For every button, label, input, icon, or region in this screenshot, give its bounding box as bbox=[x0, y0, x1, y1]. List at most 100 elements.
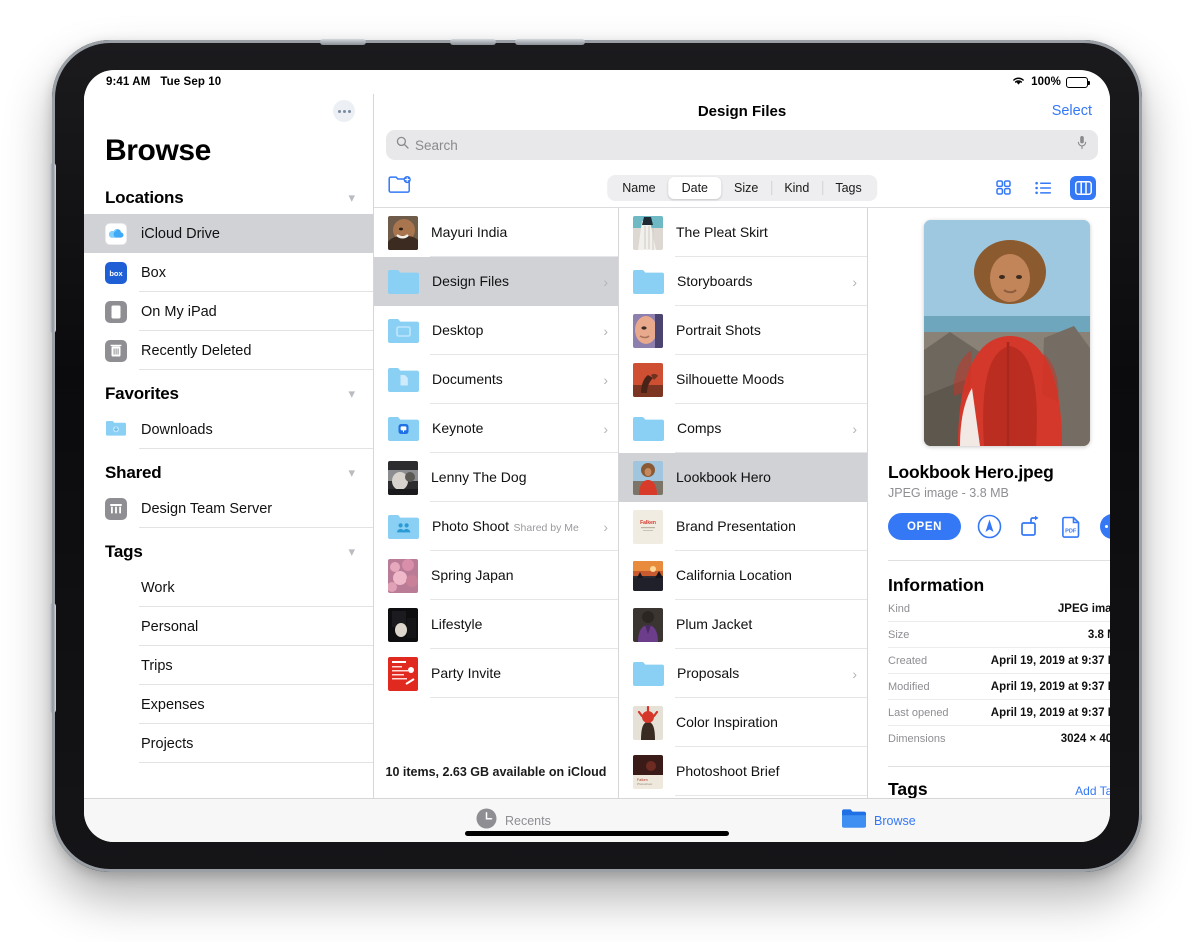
ipad-screen: 9:41 AM Tue Sep 10 100% Browse Locations… bbox=[84, 70, 1110, 842]
column-browser: Mayuri India Design Files › Desktop › Do… bbox=[374, 208, 1110, 798]
file-row-keynote[interactable]: Keynote › bbox=[374, 404, 618, 453]
sidebar-section-shared[interactable]: Shared ▾ bbox=[84, 457, 373, 489]
svg-text:Falken: Falken bbox=[640, 520, 656, 526]
file-row-portrait-shots[interactable]: Portrait Shots bbox=[619, 306, 867, 355]
tab-label: Recents bbox=[505, 813, 551, 828]
file-row-photo-shoot[interactable]: Photo Shoot Shared by Me › bbox=[374, 502, 618, 551]
sidebar-item-design-team-server[interactable]: Design Team Server bbox=[84, 489, 373, 528]
file-row-brand-presentation[interactable]: Falken Brand Presentation bbox=[619, 502, 867, 551]
search-bar-container: Search bbox=[374, 128, 1110, 168]
file-row-the-pleat-skirt[interactable]: The Pleat Skirt bbox=[619, 208, 867, 257]
column-view-icon[interactable] bbox=[1070, 175, 1096, 200]
file-row-lenny-the-dog[interactable]: Lenny The Dog bbox=[374, 453, 618, 502]
ipad-icon bbox=[105, 300, 127, 323]
tab-browse[interactable]: Browse bbox=[842, 808, 916, 833]
sidebar-tag-personal[interactable]: Personal bbox=[84, 607, 373, 646]
file-row-documents[interactable]: Documents › bbox=[374, 355, 618, 404]
file-row-color-inspiration[interactable]: Color Inspiration bbox=[619, 698, 867, 747]
file-title: Lookbook Hero.jpeg bbox=[888, 462, 1054, 482]
sort-option-tags[interactable]: Tags bbox=[822, 177, 874, 199]
more-actions-icon[interactable] bbox=[1100, 514, 1110, 539]
sidebar-section-locations[interactable]: Locations ▾ bbox=[84, 182, 373, 214]
file-row-photoshoot-brief[interactable]: Falken Photoshoot Photoshoot Brief bbox=[619, 747, 867, 796]
pdf-icon[interactable]: PDF bbox=[1059, 514, 1084, 539]
tag-dot-icon bbox=[105, 655, 127, 677]
section-header-label: Favorites bbox=[105, 384, 179, 403]
sidebar-tag-work[interactable]: Work bbox=[84, 568, 373, 607]
sidebar-item-label: Personal bbox=[141, 618, 199, 635]
info-value: JPEG image bbox=[1057, 602, 1110, 615]
page-title: Browse bbox=[105, 134, 211, 167]
sidebar-section-favorites[interactable]: Favorites ▾ bbox=[84, 378, 373, 410]
microphone-icon[interactable] bbox=[1076, 135, 1088, 155]
file-row-storyboards[interactable]: Storyboards › bbox=[619, 257, 867, 306]
file-list: The Pleat Skirt Storyboards › Portrait S… bbox=[619, 208, 867, 798]
sort-option-size[interactable]: Size bbox=[721, 177, 771, 199]
file-row-california-location[interactable]: California Location bbox=[619, 551, 867, 600]
sort-segmented-control[interactable]: Name Date Size Kind Tags bbox=[607, 174, 877, 201]
search-input[interactable]: Search bbox=[386, 130, 1098, 160]
file-row-proposals[interactable]: Proposals › bbox=[619, 649, 867, 698]
rotate-icon[interactable] bbox=[1018, 514, 1043, 539]
file-row-desktop[interactable]: Desktop › bbox=[374, 306, 618, 355]
file-row-party-invite[interactable]: Party Invite bbox=[374, 649, 618, 698]
sort-option-date[interactable]: Date bbox=[668, 176, 721, 199]
chevron-right-icon: › bbox=[603, 518, 608, 535]
sidebar-item-box[interactable]: box Box bbox=[84, 253, 373, 292]
new-folder-icon[interactable] bbox=[388, 175, 412, 200]
sidebar-item-downloads[interactable]: Downloads bbox=[84, 410, 373, 449]
tags-section-header: Tags Add Tags bbox=[888, 766, 1110, 798]
sidebar-tag-expenses[interactable]: Expenses bbox=[84, 685, 373, 724]
file-preview-image[interactable] bbox=[923, 220, 1090, 446]
icloud-drive-icon bbox=[105, 222, 127, 245]
open-button[interactable]: OPEN bbox=[888, 513, 961, 540]
folder-icon bbox=[633, 269, 664, 294]
file-name: Documents bbox=[432, 370, 503, 387]
chevron-down-icon[interactable]: ▾ bbox=[348, 465, 355, 481]
shared-folder-icon bbox=[388, 514, 419, 539]
svg-text:PDF: PDF bbox=[1065, 528, 1077, 534]
sidebar-item-label: iCloud Drive bbox=[141, 225, 220, 242]
file-row-design-files[interactable]: Design Files › bbox=[374, 257, 618, 306]
file-action-row: OPEN PDF bbox=[888, 513, 1110, 540]
markup-icon[interactable] bbox=[977, 514, 1002, 539]
sidebar-item-icloud-drive[interactable]: iCloud Drive bbox=[84, 214, 373, 253]
file-row-mayuri-india[interactable]: Mayuri India bbox=[374, 208, 618, 257]
tab-recents[interactable]: Recents bbox=[476, 808, 551, 834]
add-tags-button[interactable]: Add Tags bbox=[1075, 784, 1110, 798]
sidebar-item-recently-deleted[interactable]: Recently Deleted bbox=[84, 331, 373, 370]
sort-option-kind[interactable]: Kind bbox=[771, 177, 822, 199]
sort-option-name[interactable]: Name bbox=[609, 177, 668, 199]
file-row-lookbook-hero[interactable]: Lookbook Hero bbox=[619, 453, 867, 502]
folder-icon bbox=[633, 416, 664, 441]
file-row-lifestyle[interactable]: Lifestyle bbox=[374, 600, 618, 649]
sidebar-item-on-my-ipad[interactable]: On My iPad bbox=[84, 292, 373, 331]
info-key: Dimensions bbox=[888, 733, 946, 745]
chevron-down-icon[interactable]: ▾ bbox=[348, 386, 355, 402]
sidebar-tag-trips[interactable]: Trips bbox=[84, 646, 373, 685]
file-name: Spring Japan bbox=[431, 566, 514, 583]
list-view-icon[interactable] bbox=[1030, 176, 1056, 200]
file-name: Party Invite bbox=[431, 664, 502, 681]
ellipsis-circle-icon[interactable] bbox=[333, 100, 355, 122]
file-thumbnail bbox=[633, 313, 663, 348]
section-header-label: Locations bbox=[105, 188, 184, 207]
info-row-last-opened: Last opened April 19, 2019 at 9:37 PM bbox=[888, 700, 1110, 726]
sidebar-section-tags[interactable]: Tags ▾ bbox=[84, 536, 373, 568]
file-meta: JPEG image - 3.8 MB bbox=[888, 486, 1009, 500]
file-row-spring-japan[interactable]: Spring Japan bbox=[374, 551, 618, 600]
file-name: Photoshoot Brief bbox=[676, 762, 780, 779]
chevron-down-icon[interactable]: ▾ bbox=[348, 544, 355, 560]
status-bar: 9:41 AM Tue Sep 10 100% bbox=[84, 70, 1110, 94]
chevron-down-icon[interactable]: ▾ bbox=[348, 190, 355, 206]
sidebar-tag-projects[interactable]: Projects bbox=[84, 724, 373, 763]
file-row-comps[interactable]: Comps › bbox=[619, 404, 867, 453]
file-thumbnail: Falken Photoshoot bbox=[633, 754, 663, 789]
grid-view-icon[interactable] bbox=[990, 176, 1016, 200]
sidebar-item-label: Projects bbox=[141, 735, 194, 752]
file-row-plum-jacket[interactable]: Plum Jacket bbox=[619, 600, 867, 649]
select-button[interactable]: Select bbox=[1052, 103, 1092, 119]
inspector-panel: Lookbook Hero.jpeg JPEG image - 3.8 MB O… bbox=[868, 208, 1110, 798]
info-key: Size bbox=[888, 628, 910, 641]
file-row-silhouette-moods[interactable]: Silhouette Moods bbox=[619, 355, 867, 404]
